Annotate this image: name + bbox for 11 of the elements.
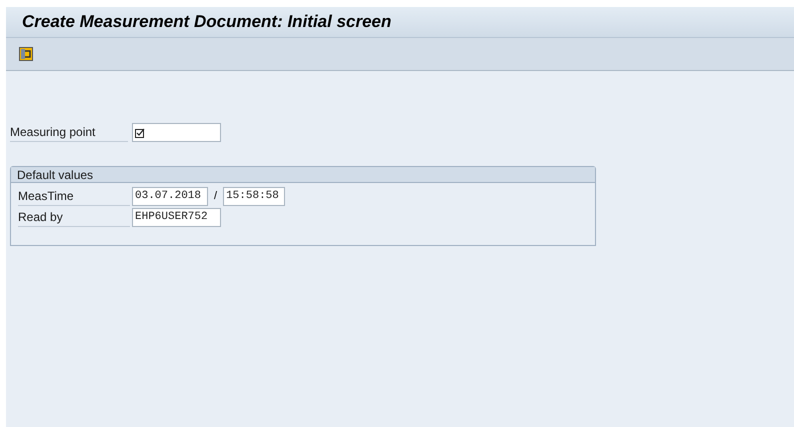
measuring-point-field[interactable] — [132, 123, 221, 142]
window-title: Create Measurement Document: Initial screen — [22, 11, 392, 34]
execute-icon[interactable] — [19, 47, 33, 61]
group-box-title: Default values — [17, 166, 94, 184]
field-label: Measuring point — [10, 123, 128, 142]
field-label: MeasTime — [18, 187, 130, 206]
separator-text: / — [213, 189, 218, 204]
time-field[interactable]: 15:58:58 — [223, 187, 286, 206]
field-label: Read by — [18, 208, 130, 227]
read-by-field[interactable]: EHP6USER752 — [132, 208, 221, 227]
date-field[interactable]: 03.07.2018 — [132, 187, 208, 206]
